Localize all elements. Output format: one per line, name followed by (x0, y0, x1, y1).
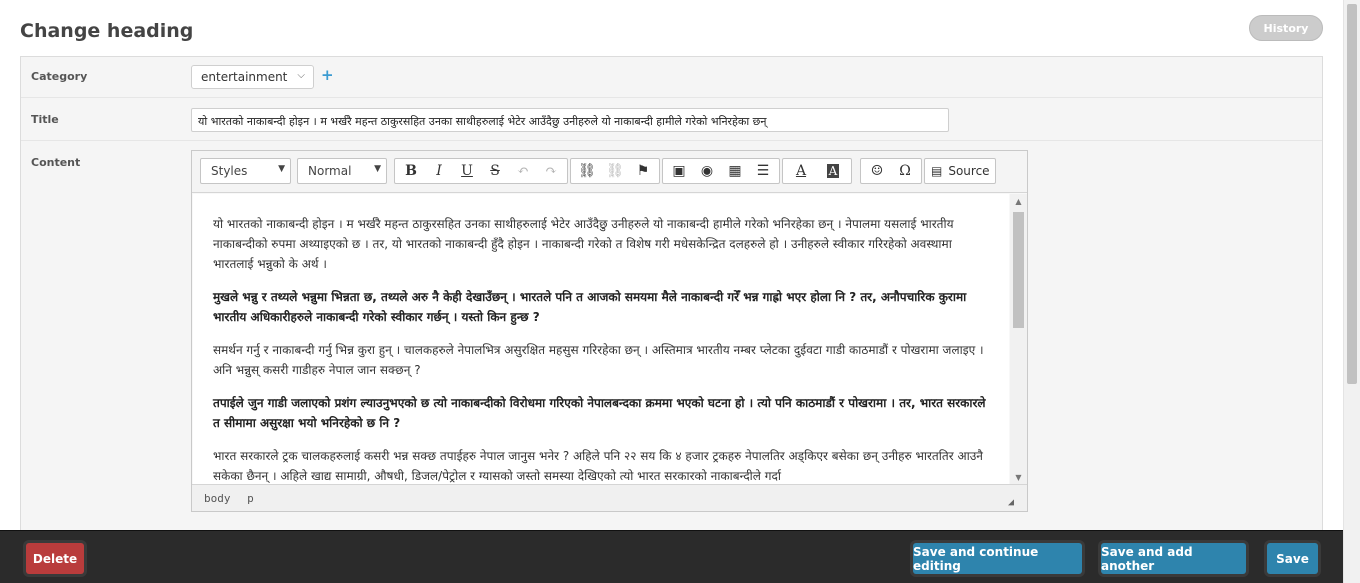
format-label: Normal (308, 164, 352, 178)
editor-content-area[interactable]: यो भारतको नाकाबन्दी होइन । म भर्खरै महन्… (193, 194, 1009, 484)
change-form: Category entertainment ⌵ + Title यो भारत… (20, 56, 1323, 536)
undo-icon[interactable]: ↶ (509, 159, 537, 183)
flash-icon[interactable]: ◉ (693, 159, 721, 183)
strikethrough-icon[interactable]: S (481, 159, 509, 183)
unlink-icon[interactable]: ⛓ (601, 159, 629, 183)
add-category-button[interactable]: + (321, 66, 334, 84)
chevron-down-icon: ⌵ (297, 70, 305, 81)
category-label: Category (31, 70, 88, 83)
anchor-icon[interactable]: ⚑ (629, 159, 657, 183)
editor-toolbar: Styles ▼ Normal ▼ B I U S ↶ ↷ ⛓ ⛓ ⚑ ▣ ◉ … (192, 151, 1027, 193)
italic-icon[interactable]: I (425, 159, 453, 183)
editor-paragraph[interactable]: यो भारतको नाकाबन्दी होइन । म भर्खरै महन्… (213, 214, 991, 274)
symbols-group: ☺ Ω (860, 158, 922, 184)
styles-label: Styles (211, 164, 248, 178)
source-icon: ▤ (931, 164, 943, 178)
basic-styles-group: B I U S ↶ ↷ (394, 158, 568, 184)
background-color-glyph: A (826, 164, 840, 178)
title-row: Title यो भारतको नाकाबन्दी होइन । म भर्खर… (21, 98, 1322, 141)
scroll-down-icon[interactable]: ▼ (1013, 473, 1024, 482)
redo-icon[interactable]: ↷ (537, 159, 565, 183)
format-dropdown[interactable]: Normal ▼ (297, 158, 387, 184)
editor-paragraph[interactable]: भारत सरकारले ट्रक चालकहरुलाई कसरी भन्न स… (213, 446, 991, 484)
caret-down-icon: ▼ (374, 164, 381, 174)
category-select[interactable]: entertainment ⌵ (191, 65, 314, 89)
editor-paragraph[interactable]: तपाईले जुन गाडी जलाएको प्रशंग ल्याउनुभएक… (213, 393, 991, 433)
page-title: Change heading (20, 20, 194, 42)
link-icon[interactable]: ⛓ (573, 159, 601, 183)
caret-down-icon: ▼ (278, 164, 285, 174)
category-value: entertainment (201, 70, 288, 84)
resize-handle-icon[interactable]: ◢ (1008, 497, 1014, 508)
save-add-another-button[interactable]: Save and add another (1101, 543, 1246, 574)
editor-paragraph[interactable]: समर्थन गर्नु र नाकाबन्दी गर्नु भिन्न कुर… (213, 340, 991, 380)
bold-icon[interactable]: B (397, 159, 425, 183)
source-label: Source (948, 164, 990, 178)
editor-paragraph[interactable]: मुखले भन्नु र तथ्यले भन्नुमा भिन्नता छ, … (213, 287, 991, 327)
scroll-up-icon[interactable]: ▲ (1013, 197, 1024, 206)
source-button[interactable]: ▤ Source (924, 158, 996, 184)
underline-icon[interactable]: U (453, 159, 481, 183)
title-label: Title (31, 113, 59, 126)
editor-scroll-thumb[interactable] (1013, 212, 1024, 328)
delete-button[interactable]: Delete (26, 543, 84, 574)
path-item-p[interactable]: p (247, 492, 254, 505)
save-button[interactable]: Save (1267, 543, 1318, 574)
submit-row: Delete Save and continue editing Save an… (0, 530, 1343, 583)
content-label: Content (31, 156, 81, 169)
category-row: Category entertainment ⌵ + (21, 57, 1322, 98)
smiley-icon[interactable]: ☺ (863, 159, 891, 183)
page-scroll-thumb[interactable] (1347, 4, 1357, 384)
history-button[interactable]: History (1249, 15, 1323, 41)
colors-group: A A (782, 158, 852, 184)
element-path-bar: body p ◢ (192, 484, 1027, 511)
background-color-icon[interactable]: A (817, 159, 849, 183)
styles-dropdown[interactable]: Styles ▼ (200, 158, 291, 184)
links-group: ⛓ ⛓ ⚑ (570, 158, 660, 184)
text-color-icon[interactable]: A (785, 159, 817, 183)
content-row: Content Styles ▼ Normal ▼ B I U S ↶ ↷ ⛓ … (21, 141, 1322, 537)
path-item-body[interactable]: body (204, 492, 231, 505)
insert-group: ▣ ◉ ▦ ☰ (662, 158, 780, 184)
page-scrollbar[interactable] (1343, 0, 1360, 583)
special-char-icon[interactable]: Ω (891, 159, 919, 183)
save-continue-button[interactable]: Save and continue editing (913, 543, 1082, 574)
title-input[interactable]: यो भारतको नाकाबन्दी होइन । म भर्खरै महन्… (191, 108, 949, 132)
image-icon[interactable]: ▣ (665, 159, 693, 183)
table-icon[interactable]: ▦ (721, 159, 749, 183)
editor-scrollbar[interactable]: ▲ ▼ (1010, 194, 1027, 484)
horizontal-rule-icon[interactable]: ☰ (749, 159, 777, 183)
rich-text-editor: Styles ▼ Normal ▼ B I U S ↶ ↷ ⛓ ⛓ ⚑ ▣ ◉ … (191, 150, 1028, 512)
